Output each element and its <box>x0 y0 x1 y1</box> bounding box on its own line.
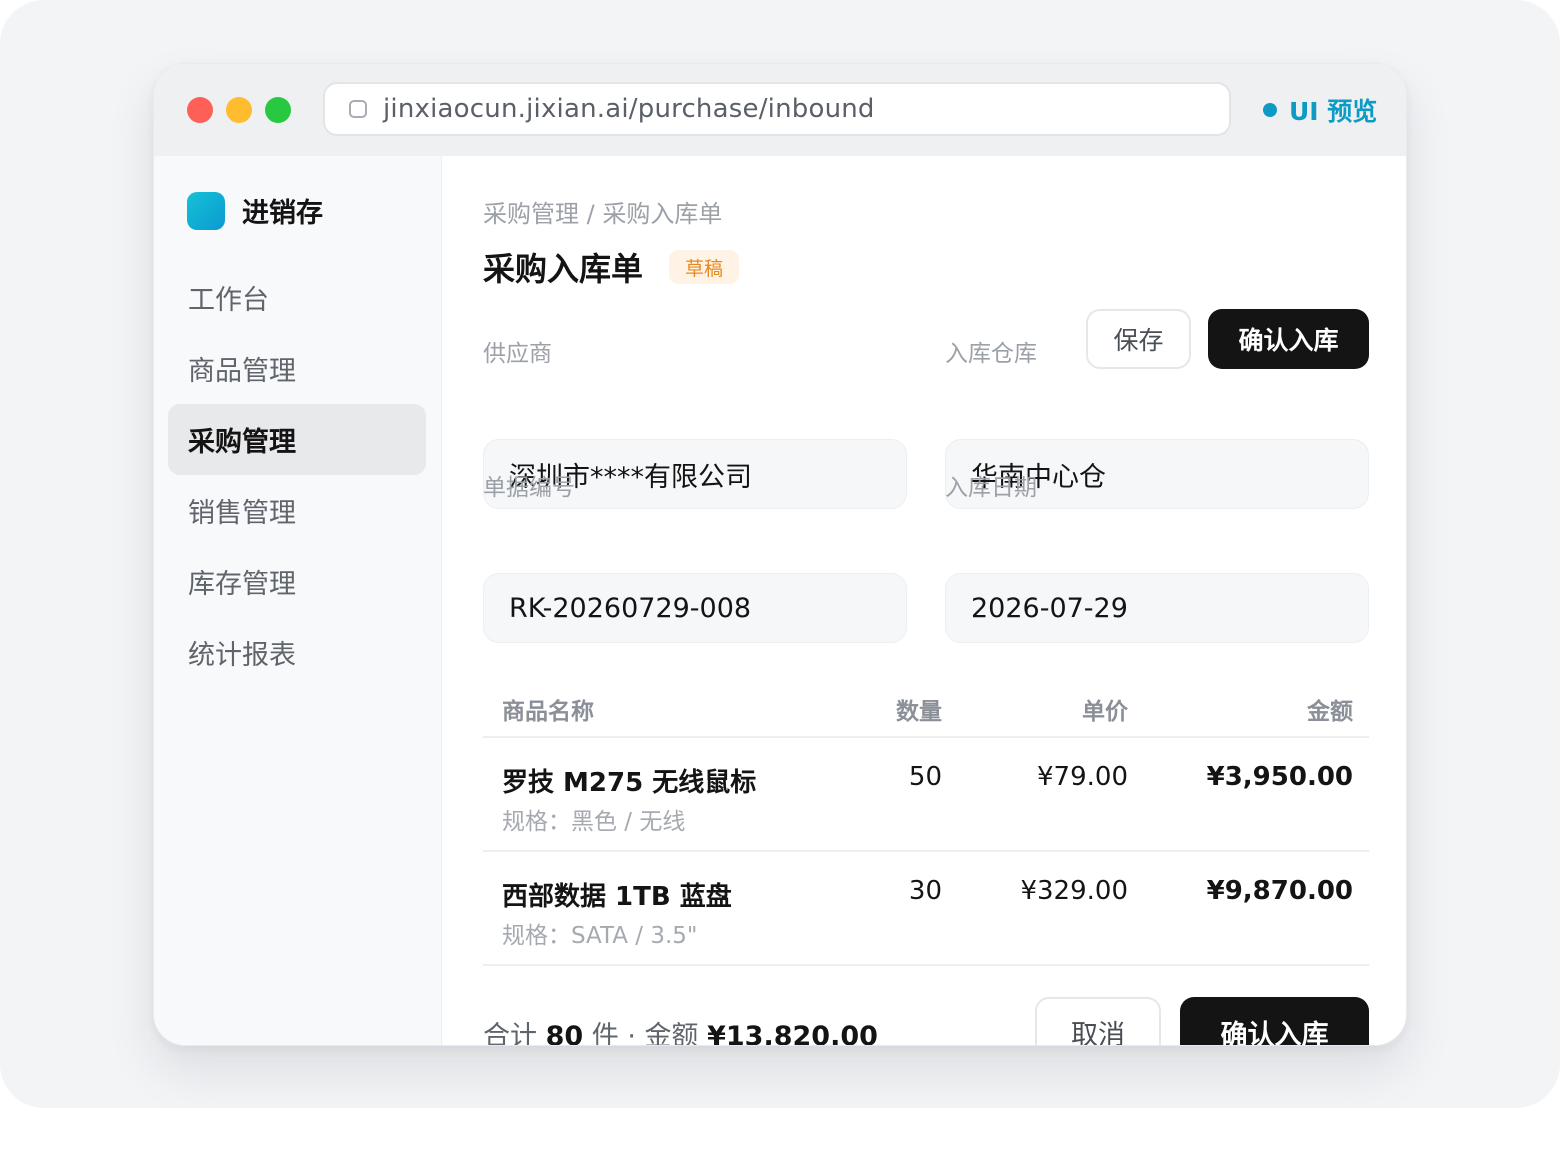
table-header: 商品名称 数量 单价 金额 <box>483 678 1369 738</box>
page-icon <box>349 100 367 118</box>
title-bar: jinxiaocun.jixian.ai/purchase/inbound UI… <box>154 64 1406 156</box>
total-amount: ¥13,820.00 <box>707 1021 878 1046</box>
cancel-button[interactable]: 取消 <box>1035 997 1161 1045</box>
column-header-unit-price: 单价 <box>1082 699 1128 725</box>
url-text: jinxiaocun.jixian.ai/purchase/inbound <box>383 94 875 124</box>
column-header-amount: 金额 <box>1307 699 1353 725</box>
inbound-date-label: 入库日期 <box>945 475 1037 501</box>
logo-icon <box>187 191 225 230</box>
product-quantity: 50 <box>908 762 942 792</box>
confirm-inbound-button[interactable]: 确认入库 <box>1208 309 1369 369</box>
total-prefix: 合计 <box>483 1021 537 1046</box>
maximize-window-button[interactable] <box>265 97 291 123</box>
minimize-window-button[interactable] <box>226 97 252 123</box>
product-unit-price: ¥329.00 <box>1020 876 1128 906</box>
total-count: 80 <box>545 1021 584 1046</box>
browser-window: jinxiaocun.jixian.ai/purchase/inbound UI… <box>153 63 1407 1046</box>
product-spec: 规格：黑色 / 无线 <box>502 809 686 835</box>
main-content: 采购管理 / 采购入库单 采购入库单 草稿 保存 确认入库 供应商 深圳市***… <box>443 156 1406 1046</box>
sidebar: 进销存 工作台 商品管理 采购管理 销售管理 库存管理 统计报表 <box>154 156 442 1045</box>
total-unit: 件 · 金额 <box>591 1021 699 1046</box>
sidebar-item-products[interactable]: 商品管理 <box>168 333 426 404</box>
table-row[interactable]: 西部数据 1TB 蓝盘 规格：SATA / 3.5" 30 ¥329.00 ¥9… <box>483 852 1369 966</box>
product-amount: ¥3,950.00 <box>1206 762 1353 792</box>
page-title: 采购入库单 <box>483 250 644 288</box>
product-quantity: 30 <box>908 876 942 906</box>
preview-label: UI 预览 <box>1289 97 1378 126</box>
product-name: 罗技 M275 无线鼠标 <box>502 768 757 798</box>
product-name: 西部数据 1TB 蓝盘 <box>502 882 732 912</box>
supplier-label: 供应商 <box>483 341 552 367</box>
title-row: 采购入库单 草稿 <box>483 244 740 290</box>
product-amount: ¥9,870.00 <box>1206 876 1353 906</box>
address-bar[interactable]: jinxiaocun.jixian.ai/purchase/inbound <box>323 82 1231 136</box>
document-number-field[interactable]: RK-20260729-008 <box>483 573 907 643</box>
sidebar-nav: 工作台 商品管理 采购管理 销售管理 库存管理 统计报表 <box>168 262 426 688</box>
app-logo[interactable]: 进销存 <box>187 191 323 230</box>
document-number-label: 单据编号 <box>483 475 575 501</box>
ui-preview-indicator: UI 预览 <box>1263 92 1377 128</box>
status-dot-icon <box>1263 103 1277 117</box>
status-badge: 草稿 <box>669 250 740 284</box>
warehouse-label: 入库仓库 <box>945 341 1037 367</box>
sidebar-item-purchase[interactable]: 采购管理 <box>168 404 426 475</box>
sidebar-item-inventory[interactable]: 库存管理 <box>168 546 426 617</box>
table-row[interactable]: 罗技 M275 无线鼠标 规格：黑色 / 无线 50 ¥79.00 ¥3,950… <box>483 738 1369 852</box>
column-header-product-name: 商品名称 <box>502 699 594 725</box>
product-unit-price: ¥79.00 <box>1037 762 1128 792</box>
product-spec: 规格：SATA / 3.5" <box>502 923 698 949</box>
app-name: 进销存 <box>242 198 323 229</box>
sidebar-item-reports[interactable]: 统计报表 <box>168 617 426 688</box>
items-table: 商品名称 数量 单价 金额 罗技 M275 无线鼠标 规格：黑色 / 无线 50… <box>483 678 1369 966</box>
order-summary: 合计 80 件 · 金额 ¥13,820.00 <box>483 1014 878 1046</box>
sidebar-item-workbench[interactable]: 工作台 <box>168 262 426 333</box>
breadcrumb: 采购管理 / 采购入库单 <box>483 200 723 228</box>
close-window-button[interactable] <box>187 97 213 123</box>
column-header-quantity: 数量 <box>896 699 942 725</box>
save-button[interactable]: 保存 <box>1086 309 1191 369</box>
sidebar-item-sales[interactable]: 销售管理 <box>168 475 426 546</box>
confirm-inbound-footer-button[interactable]: 确认入库 <box>1180 997 1369 1045</box>
inbound-date-field[interactable]: 2026-07-29 <box>945 573 1369 643</box>
